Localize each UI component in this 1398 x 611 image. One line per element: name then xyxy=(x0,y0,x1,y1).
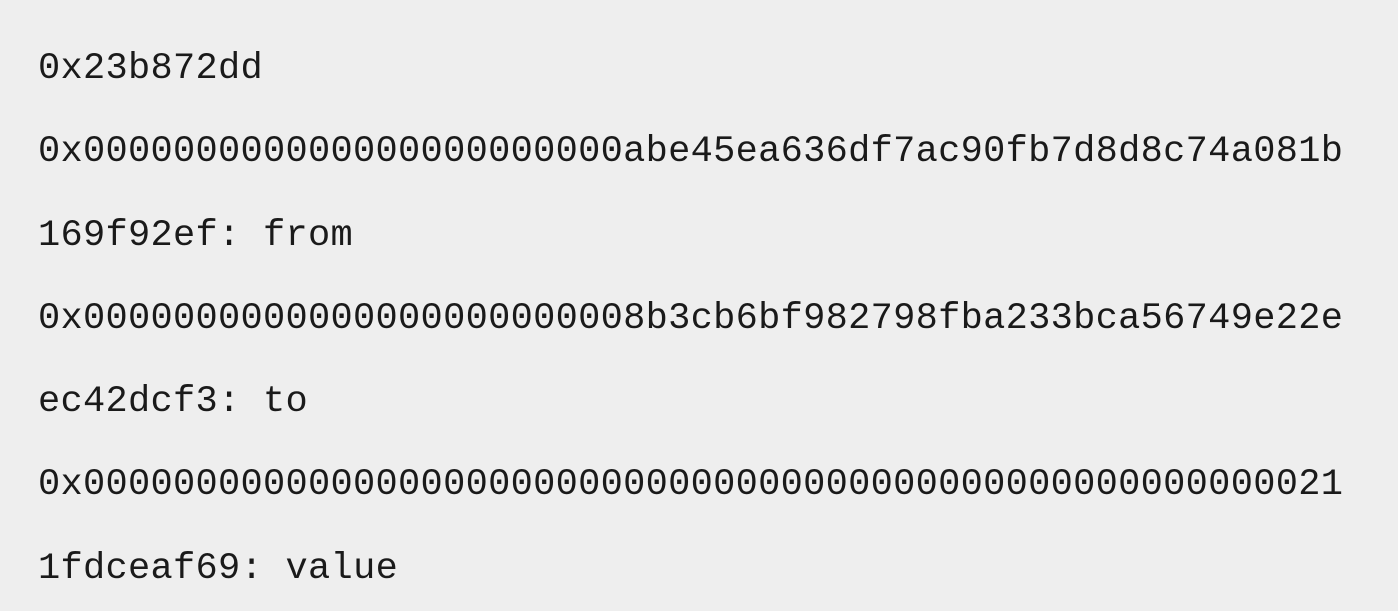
param-value-label: : value xyxy=(241,548,399,590)
calldata-block: 0x23b872dd 0x000000000000000000000000abe… xyxy=(38,28,1360,611)
param-value-hex: 0x00000000000000000000000000000000000000… xyxy=(38,464,1343,589)
param-to-label: : to xyxy=(218,381,308,423)
function-selector: 0x23b872dd xyxy=(38,48,263,90)
param-from-label: : from xyxy=(218,215,353,257)
